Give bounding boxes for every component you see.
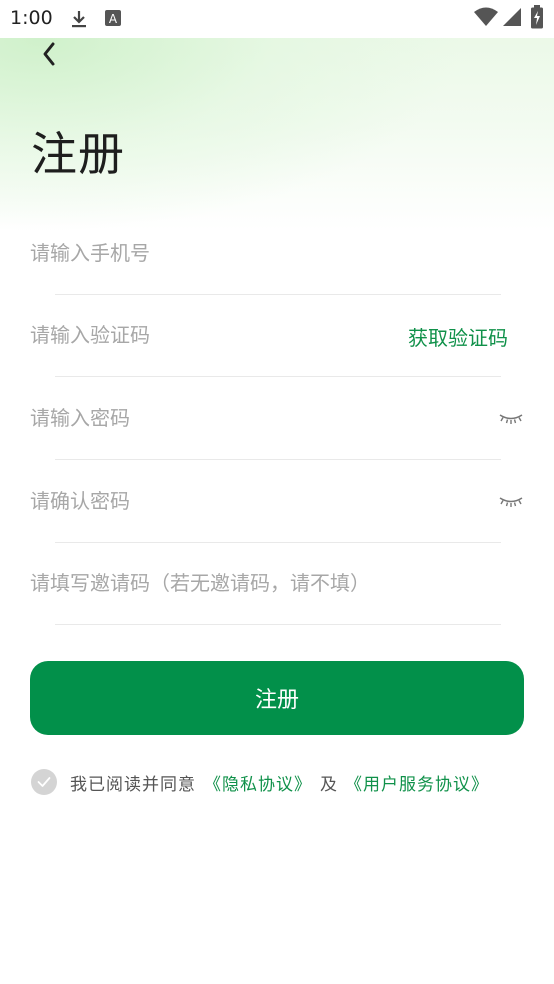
agreement-text: 我已阅读并同意: [70, 774, 196, 795]
code-input[interactable]: [30, 315, 390, 355]
register-button[interactable]: 注册: [30, 661, 524, 735]
invite-code-field: [30, 563, 524, 603]
divider: [55, 294, 501, 295]
status-bar: 1:00 A: [0, 0, 554, 38]
password-input[interactable]: [30, 398, 390, 438]
privacy-policy-link[interactable]: 《隐私协议》: [204, 770, 312, 795]
password-field: [30, 398, 524, 438]
code-field: 获取验证码: [30, 315, 524, 355]
register-screen: 1:00 A 注册 请输入手机号 请输入验证码 获取验证码 请填写邀请码（若无邀…: [0, 0, 554, 984]
phone-input[interactable]: [30, 233, 390, 273]
chevron-left-icon: [43, 42, 55, 66]
eye-closed-icon[interactable]: [498, 491, 524, 511]
get-code-button[interactable]: 获取验证码: [408, 322, 508, 351]
divider: [55, 459, 501, 460]
page-title: 注册: [31, 127, 125, 181]
download-icon: [68, 8, 90, 34]
phone-field: [30, 233, 524, 273]
battery-icon: [530, 5, 544, 33]
divider: [55, 542, 501, 543]
status-time: 1:00: [10, 7, 53, 29]
agreement-and-text: 及: [320, 774, 337, 795]
wifi-icon: [474, 7, 498, 31]
eye-closed-icon[interactable]: [498, 408, 524, 428]
confirm-password-field: [30, 481, 524, 521]
svg-text:A: A: [109, 12, 118, 26]
signal-icon: [502, 7, 522, 31]
divider: [55, 624, 501, 625]
divider: [55, 376, 501, 377]
a-badge-icon: A: [104, 8, 122, 32]
user-service-agreement-link[interactable]: 《用户服务协议》: [345, 770, 489, 795]
back-button[interactable]: [34, 38, 64, 70]
confirm-password-input[interactable]: [30, 481, 390, 521]
check-icon: [37, 777, 51, 787]
agreement-checkbox[interactable]: [31, 769, 57, 795]
invite-code-input[interactable]: [30, 563, 510, 603]
agreement-row: 我已阅读并同意 《隐私协议》 及 《用户服务协议》: [31, 767, 489, 797]
